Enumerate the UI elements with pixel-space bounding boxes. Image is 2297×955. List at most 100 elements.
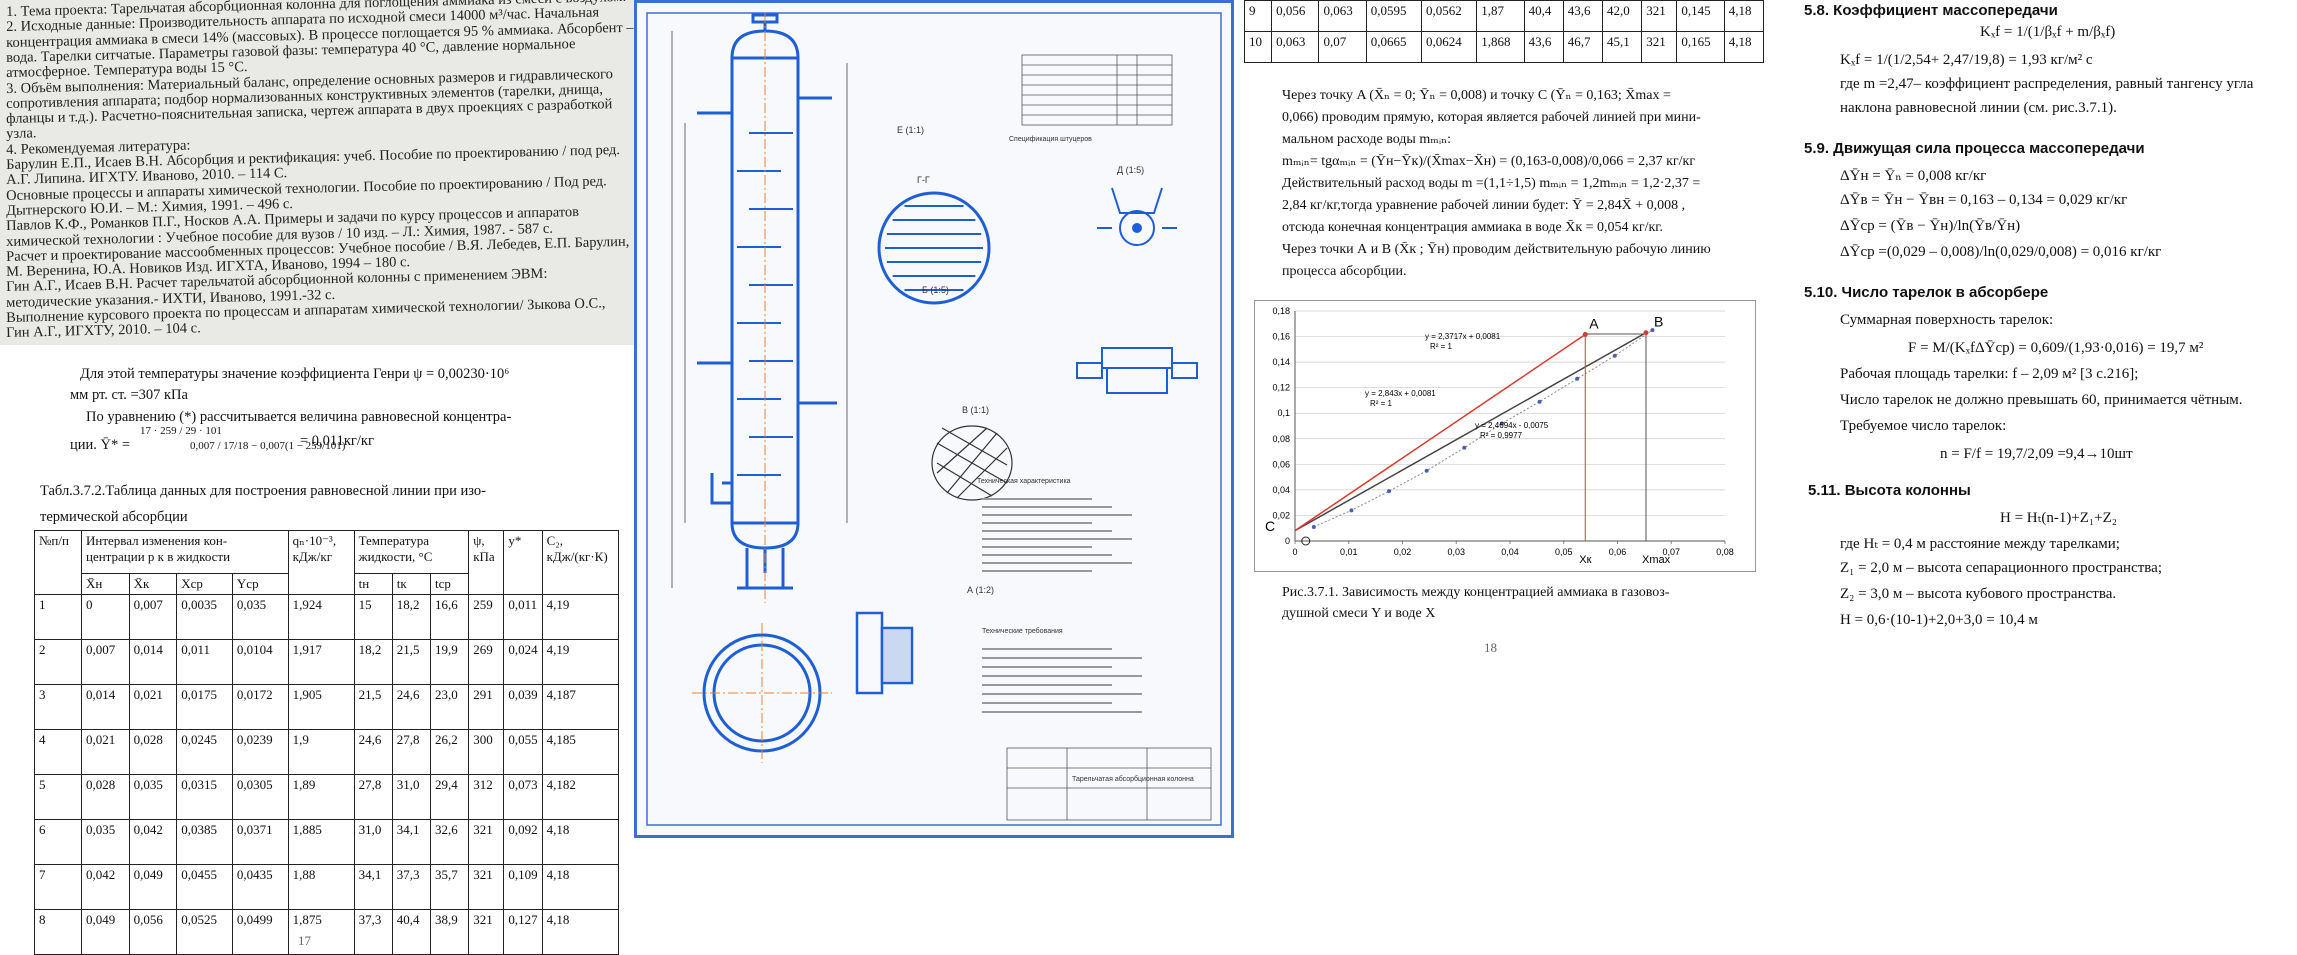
- table-cell: 27,8: [391, 729, 432, 775]
- chart-annotation: Xmax: [1642, 554, 1671, 566]
- working-line-text: Через точку A (X̄ₙ = 0; Ȳₙ = 0,008) и то…: [1282, 85, 1762, 283]
- table-cell: 34,1: [391, 819, 432, 865]
- page-17: Для этой температуры значение коэффициен…: [0, 345, 634, 955]
- table-row: 3 0,014 0,021 0,0175 0,0172 1,905 21,5 24,6 23,0…: [34, 684, 620, 730]
- table-cell: 300: [468, 729, 505, 775]
- data-point: [1349, 508, 1354, 513]
- table-cell: 1,905: [287, 684, 355, 730]
- col-psi: ψ, кПа: [468, 530, 505, 595]
- data-point: [1424, 468, 1429, 473]
- table-cell: 1,917: [287, 639, 355, 685]
- chart-annotation: C: [1265, 518, 1275, 534]
- equilibrium-table: №п/п Интервал изменения кон-центрации р …: [34, 530, 620, 955]
- section-5-10-title: 5.10. Число тарелок в абсорбере: [1804, 284, 2049, 301]
- table-row: 10 0,063 0,07 0,0665 0,0624 1,868 43,6 46,7 45,1…: [1243, 31, 1765, 63]
- s511-line-0: H = Hₜ(n-1)+Z₁+Z₂: [2000, 510, 2118, 526]
- table-cell: 0,0624: [1420, 31, 1478, 63]
- subheader-cell: X̄к: [128, 573, 178, 595]
- series-equation: y = 2,843x + 0,0081: [1365, 389, 1436, 398]
- table-cell: 0,014: [81, 684, 130, 730]
- series-equation: y = 2,4694x - 0,0075: [1475, 421, 1549, 430]
- series-r2: R² = 0,9977: [1480, 431, 1523, 440]
- table-cell: 0,014: [128, 639, 178, 685]
- column-drawing: Г-Г Д (1:5) Б (1:5) В (1:1) А (1:2) Е (1…: [634, 0, 1234, 838]
- table-cell: 4,18: [541, 909, 620, 955]
- table-cell: 0,0172: [231, 684, 289, 730]
- table-cell: 40,4: [1523, 0, 1564, 32]
- table-cell: 3: [34, 684, 82, 730]
- table-cell: 0,063: [1271, 31, 1320, 63]
- data-point: [1537, 399, 1542, 404]
- table-cell: 0,028: [128, 729, 178, 775]
- table-cell: 4,18: [541, 819, 620, 865]
- table-cell: 0,165: [1676, 31, 1725, 63]
- table-cell: 0,042: [81, 864, 130, 910]
- x-tick-label: 0,01: [1340, 547, 1358, 557]
- series-equation: y = 2,3717x + 0,0081: [1425, 332, 1501, 341]
- table-cell: 0,092: [503, 819, 543, 865]
- data-point: [1575, 376, 1580, 381]
- page-18: 9 0,056 0,063 0,0595 0,0562 1,87 40,4 43,6 42,0 3…: [1234, 0, 1780, 951]
- table-row: 5 0,028 0,035 0,0315 0,0305 1,89 27,8 31,0 29,4 3…: [34, 774, 620, 820]
- data-point: [1612, 353, 1617, 358]
- data-point: [1387, 489, 1392, 494]
- label-a: А (1:2): [967, 585, 994, 595]
- page-sections: 5.8. Коэффициент массопередачи Kₓf = 1/(…: [1780, 0, 2297, 951]
- table-cell: 0,024: [503, 639, 543, 685]
- table-cell: 37,3: [353, 909, 393, 955]
- table-cell: 0,0315: [176, 774, 233, 820]
- table-row: 1 0 0,007 0,0035 0,035 1,924 15 18,2 16,6 259 0,01…: [34, 594, 620, 640]
- table-cell: 0: [81, 594, 130, 640]
- table-cell: 1,9: [287, 729, 355, 775]
- subheader-cell: tк: [391, 573, 432, 595]
- y-tick-label: 0,12: [1272, 383, 1290, 393]
- y-tick-label: 0: [1285, 536, 1290, 546]
- table-cell: 0,0239: [231, 729, 289, 775]
- subheader-cell: Xср: [176, 573, 233, 595]
- col-temp: Температура жидкости, °С: [353, 530, 470, 574]
- table-cell: 19,9: [429, 639, 470, 685]
- table-cell: 24,6: [353, 729, 393, 775]
- s510-line-2: Рабочая площадь тарелки: f – 2,09 м² [3 …: [1840, 366, 2139, 382]
- table-caption-2: термической абсорбции: [40, 509, 188, 525]
- table-row: 6 0,035 0,042 0,0385 0,0371 1,885 31,0 34,1 32,6…: [34, 819, 620, 865]
- s511-line-4: H = 0,6·(10-1)+2,0+3,0 = 10,4 м: [1840, 612, 2038, 628]
- label-v: В (1:1): [962, 405, 989, 415]
- s510-line-1: F = M/(KₓfΔȲср) = 0,609/(1,93·0,016) = 1…: [1908, 340, 2204, 356]
- s58-line-2: где m =2,47– коэффициент распределения, …: [1840, 76, 2254, 92]
- para-line: процесса абсорбции.: [1282, 264, 1407, 279]
- table-cell: 1,87: [1476, 0, 1525, 32]
- table-cell: 4,19: [541, 594, 620, 640]
- col-c: C₂, кДж/(кг·К): [541, 530, 620, 595]
- s59-line-1: ΔȲв = Ȳн − Ȳвн = 0,163 – 0,134 = 0,029 к…: [1840, 192, 2128, 208]
- table-caption-1: Табл.3.7.2.Таблица данных для построения…: [40, 483, 487, 499]
- table-cell: 27,8: [353, 774, 393, 820]
- s511-line-3: Z₂ = 3,0 м – высота кубового пространств…: [1840, 586, 2117, 602]
- subheader-cell: tн: [353, 573, 393, 595]
- y-tick-label: 0,16: [1272, 332, 1290, 342]
- equilibrium-chart: 0 0,02 0,04 0,06 0,08 0,1 0,12 0,14 0,16 0,18 0 0,0…: [1265, 306, 1734, 566]
- table-cell: 31,0: [391, 774, 432, 820]
- para-line: отсюда конечная концентрация аммиака в в…: [1282, 220, 1663, 235]
- col-ystar: y*: [503, 530, 543, 595]
- para-line: mₘᵢₙ= tgαₘᵢₙ = (Ȳн−Ȳк)/(X̄max−X̄н) = (0,…: [1282, 154, 1696, 169]
- section-5-9-title: 5.9. Движущая сила процесса массопередач…: [1804, 140, 2145, 157]
- x-tick-label: 0,06: [1609, 547, 1627, 557]
- table-row: 4 0,021 0,028 0,0245 0,0239 1,9 24,6 27,8 26,2 30…: [34, 729, 620, 775]
- table-cell: 8: [34, 909, 82, 955]
- x-tick-label: 0,02: [1394, 547, 1412, 557]
- table-cell: 1,89: [287, 774, 355, 820]
- title-spec: Спецификация штуцеров: [1009, 136, 1092, 143]
- fig-caption-1: Рис.3.7.1. Зависимость между концентраци…: [1282, 585, 1670, 600]
- eq-fraction-a: 17 · 259 / 29 · 101: [140, 425, 222, 437]
- table-cell: 24,6: [391, 684, 432, 730]
- table-cell: 26,2: [429, 729, 470, 775]
- x-tick-label: 0: [1292, 547, 1297, 557]
- section-5-8-title: 5.8. Коэффициент массопередачи: [1804, 2, 2058, 19]
- table-row: 8 0,049 0,056 0,0525 0,0499 1,875 37,3 40,4 38,9…: [34, 909, 620, 955]
- table-cell: 4,19: [541, 639, 620, 685]
- table-cell: 6: [34, 819, 82, 865]
- table-cell: 35,7: [429, 864, 470, 910]
- table-cell: 40,4: [391, 909, 432, 955]
- table-cell: 0,055: [503, 729, 543, 775]
